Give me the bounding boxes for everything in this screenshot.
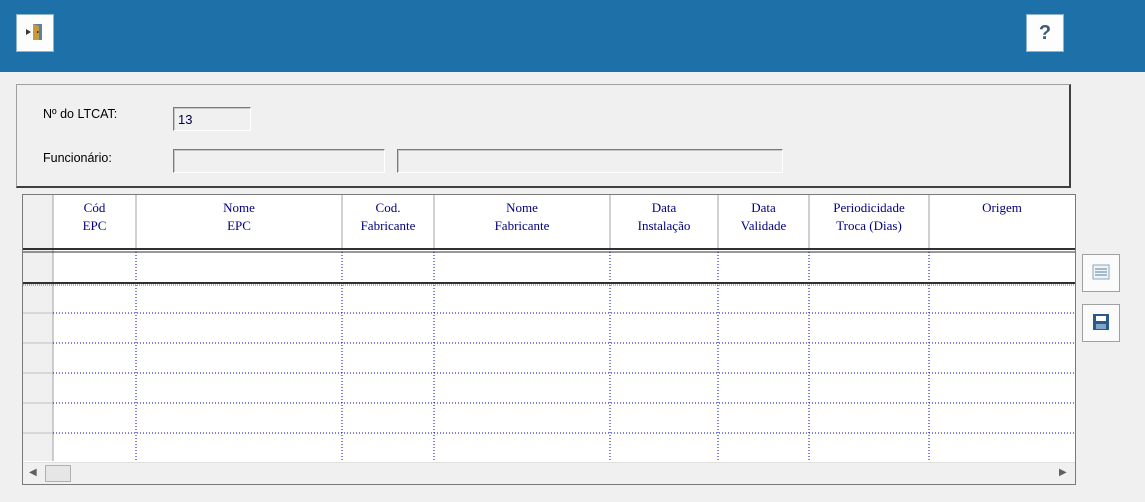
column-header[interactable]: Nome EPC — [136, 199, 342, 235]
column-header[interactable]: Nome Fabricante — [434, 199, 610, 235]
scroll-left-icon[interactable]: ◀ — [29, 467, 37, 478]
row-indicator-column — [23, 195, 53, 461]
list-icon — [1091, 263, 1111, 284]
save-button[interactable] — [1082, 304, 1120, 342]
save-disk-icon — [1091, 313, 1111, 334]
exit-button[interactable] — [16, 14, 54, 52]
employee-code-field[interactable] — [173, 149, 385, 173]
epc-grid[interactable]: Cód EPC Nome EPC Cod. Fabricante Nome Fabricant… — [22, 194, 1076, 485]
exit-door-icon — [25, 23, 45, 44]
column-header[interactable]: Data Validade — [718, 199, 809, 235]
column-header-line1: Periodicidade — [833, 200, 905, 215]
column-header-line2: EPC — [82, 218, 107, 233]
column-header-line1: Data — [751, 200, 776, 215]
help-icon: ? — [1038, 21, 1052, 44]
scroll-right-icon[interactable]: ▶ — [1059, 467, 1067, 478]
column-header-line2: Troca (Dias) — [836, 218, 902, 233]
ltcat-number-label: Nº do LTCAT: — [43, 107, 118, 121]
column-header-line1: Nome — [506, 200, 538, 215]
scroll-thumb[interactable] — [45, 465, 71, 482]
column-header[interactable]: Origem — [929, 199, 1075, 217]
column-header[interactable]: Periodicidade Troca (Dias) — [809, 199, 929, 235]
ltcat-number-field[interactable]: 13 — [173, 107, 251, 131]
list-button[interactable] — [1082, 254, 1120, 292]
column-header-line2: Fabricante — [360, 218, 416, 233]
horizontal-scrollbar[interactable]: ◀ ▶ — [23, 462, 1075, 484]
column-header-line2: Fabricante — [494, 218, 550, 233]
column-header-line1: Nome — [223, 200, 255, 215]
title-bar: ? — [0, 0, 1145, 72]
column-header-line1: Cod. — [375, 200, 401, 215]
help-button[interactable]: ? — [1026, 14, 1064, 52]
column-header-line2: Instalação — [637, 218, 691, 233]
column-header[interactable]: Cod. Fabricante — [342, 199, 434, 235]
column-header-line2: Validade — [740, 218, 787, 233]
employee-name-field[interactable] — [397, 149, 783, 173]
column-header[interactable]: Cód EPC — [53, 199, 136, 235]
employee-label: Funcionário: — [43, 151, 112, 165]
column-header[interactable]: Data Instalação — [610, 199, 718, 235]
ltcat-form-panel: Nº do LTCAT: 13 Funcionário: — [16, 84, 1071, 188]
column-header-line2: EPC — [227, 218, 251, 233]
column-header-line1: Data — [651, 200, 677, 215]
column-header-line1: Origem — [982, 200, 1022, 215]
column-header-line1: Cód — [83, 200, 106, 215]
